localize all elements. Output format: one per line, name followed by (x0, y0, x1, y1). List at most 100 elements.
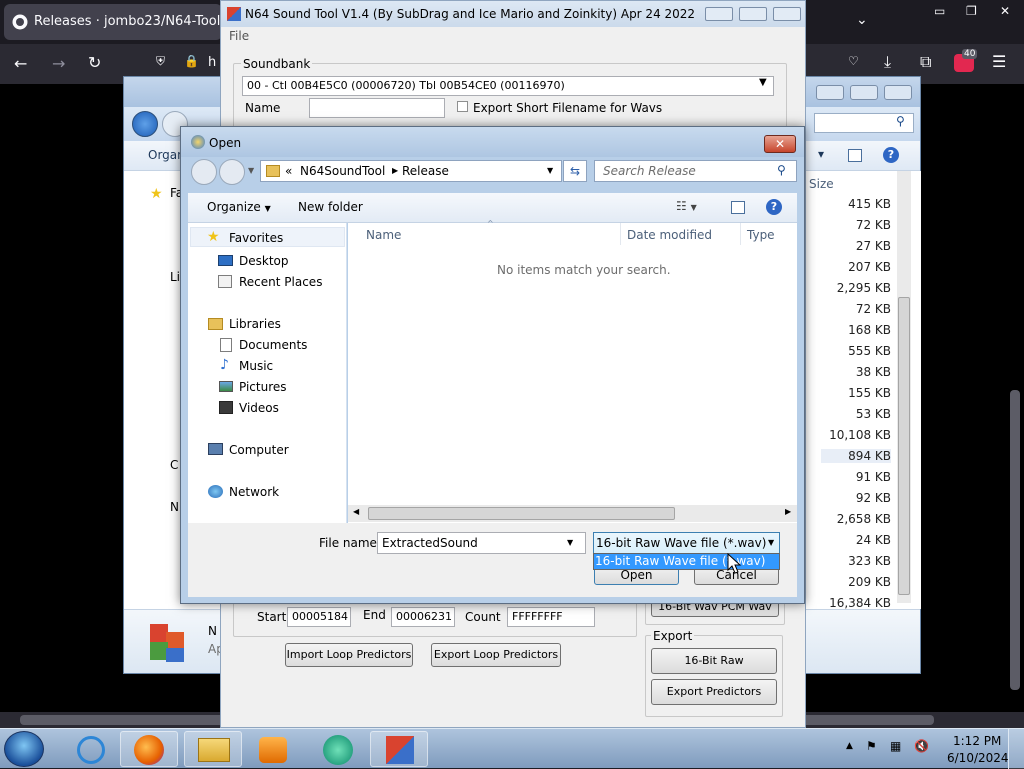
clock-date[interactable]: 6/10/2024 (947, 751, 1009, 765)
url-bar-text[interactable]: h (208, 55, 216, 70)
explorer-views-dropdown-icon[interactable]: ▾ (818, 147, 824, 161)
export-predictors-button[interactable]: Export Predictors (651, 679, 777, 705)
window-maximize-button[interactable]: ❐ (966, 4, 977, 18)
taskbar-ie[interactable] (62, 731, 120, 767)
volume-muted-icon[interactable]: 🔇 (914, 739, 929, 753)
back-arrow-icon[interactable]: ← (14, 54, 27, 73)
explorer-vertical-scrollbar[interactable] (897, 171, 911, 603)
extensions-icon[interactable]: ⧉ (920, 52, 931, 72)
refresh-icon[interactable]: ⇆ (563, 160, 587, 182)
new-folder-button[interactable]: New folder (298, 200, 363, 214)
search-icon[interactable]: ⚲ (777, 163, 786, 177)
start-button[interactable] (4, 731, 44, 767)
taskbar-firefox[interactable] (120, 731, 178, 767)
n64-maximize-button[interactable] (739, 7, 767, 21)
breadcrumb-release[interactable]: Release (402, 164, 449, 178)
dialog-back-icon[interactable] (191, 159, 217, 185)
view-options-icon[interactable]: ☷ ▼ (676, 199, 697, 213)
export-loop-predictors-button[interactable]: Export Loop Predictors (431, 643, 561, 667)
explorer-maximize-button[interactable] (850, 85, 878, 100)
explorer-help-icon[interactable]: ? (883, 147, 899, 163)
explorer-nav-computer[interactable]: C (170, 458, 178, 472)
dialog-close-button[interactable]: ✕ (764, 135, 796, 153)
column-name[interactable]: Name (366, 228, 401, 242)
shield-icon[interactable]: ⛨ (156, 54, 165, 69)
filename-dropdown-icon[interactable]: ▼ (567, 538, 573, 547)
breadcrumb-bar[interactable]: « N64SoundTool ▶ Release ▼ (260, 160, 562, 182)
nav-item-desktop[interactable]: Desktop (188, 251, 345, 271)
nav-item-libraries[interactable]: Libraries (188, 314, 345, 334)
search-box[interactable]: Search Release ⚲ (594, 160, 797, 182)
size-column-header[interactable]: Size (809, 177, 834, 191)
soundbank-dropdown-icon[interactable]: ▼ (759, 77, 767, 88)
filename-value: ExtractedSound (382, 536, 478, 550)
action-center-flag-icon[interactable]: ⚑ (866, 739, 877, 753)
end-field[interactable]: 00006231 (391, 607, 455, 627)
preview-pane-icon[interactable] (731, 201, 745, 214)
n64-close-button[interactable] (773, 7, 801, 21)
filetype-select[interactable]: 16-bit Raw Wave file (*.wav) (593, 532, 780, 554)
hamburger-menu-icon[interactable]: ☰ (992, 52, 1006, 71)
help-icon[interactable]: ? (766, 199, 782, 215)
nav-item-recent-places[interactable]: Recent Places (188, 272, 345, 292)
end-label: End (363, 608, 386, 622)
taskbar-media-player[interactable] (244, 731, 302, 767)
breadcrumb-dropdown-icon[interactable]: ▼ (547, 166, 553, 175)
explorer-nav-network[interactable]: N (170, 500, 179, 514)
dialog-forward-icon[interactable] (219, 159, 245, 185)
organize-button[interactable]: Organize ▼ (207, 200, 271, 214)
window-minimize-button[interactable]: ▭ (934, 4, 945, 18)
filename-input[interactable]: ExtractedSound (377, 532, 586, 554)
show-hidden-icons-icon[interactable]: ▲ (846, 741, 853, 751)
explorer-back-icon[interactable] (132, 111, 158, 137)
explorer-preview-pane-icon[interactable] (848, 149, 862, 162)
clock-time[interactable]: 1:12 PM (953, 734, 1001, 748)
n64-minimize-button[interactable] (705, 7, 733, 21)
forward-arrow-icon[interactable]: → (52, 54, 65, 73)
nav-item-network[interactable]: Network (188, 482, 345, 502)
explorer-minimize-button[interactable] (816, 85, 844, 100)
file-list-hscroll-thumb[interactable] (368, 507, 675, 520)
start-field[interactable]: 00005184 (287, 607, 351, 627)
lock-icon[interactable]: 🔒 (184, 54, 199, 68)
nav-item-pictures[interactable]: Pictures (188, 377, 345, 397)
column-type[interactable]: Type (747, 228, 775, 242)
nav-item-documents[interactable]: Documents (188, 335, 345, 355)
nav-documents-label: Documents (239, 338, 308, 352)
window-close-button[interactable]: ✕ (1000, 4, 1010, 18)
menu-file[interactable]: File (229, 29, 249, 43)
import-loop-predictors-button[interactable]: Import Loop Predictors (285, 643, 413, 667)
file-list-hscrollbar[interactable]: ◀ ▶ (348, 505, 797, 522)
scroll-left-icon[interactable]: ◀ (353, 507, 359, 516)
recent-locations-dropdown-icon[interactable]: ▼ (248, 166, 254, 175)
taskbar-app-green[interactable] (308, 731, 366, 767)
download-icon[interactable]: ⤓ (884, 52, 891, 72)
soundbank-select[interactable]: 00 - Ctl 00B4E5C0 (00006720) Tbl 00B54CE… (242, 76, 774, 96)
filetype-option[interactable]: 16-bit Raw Wave file (*.wav) (594, 554, 779, 569)
name-field[interactable] (309, 98, 445, 118)
nav-item-computer[interactable]: Computer (188, 440, 345, 460)
tab-list-chevron-icon[interactable]: ⌄ (856, 12, 868, 28)
network-tray-icon[interactable]: ▦ (890, 739, 901, 753)
nav-item-favorites[interactable]: ★ Favorites (190, 227, 345, 247)
explorer-nav-libraries[interactable]: Li (170, 270, 180, 284)
count-field[interactable]: FFFFFFFF (507, 607, 595, 627)
page-scrollbar[interactable] (1010, 390, 1020, 690)
column-date-modified[interactable]: Date modified (627, 228, 712, 242)
scroll-right-icon[interactable]: ▶ (785, 507, 791, 516)
filetype-dropdown-icon[interactable]: ▼ (768, 538, 774, 547)
explorer-close-button[interactable] (884, 85, 912, 100)
pocket-icon[interactable]: ♡ (848, 54, 859, 68)
export-short-checkbox[interactable] (457, 101, 468, 112)
taskbar-explorer[interactable] (184, 731, 242, 767)
breadcrumb-n64soundtool[interactable]: N64SoundTool (300, 164, 385, 178)
nav-item-videos[interactable]: Videos (188, 398, 345, 418)
show-desktop-button[interactable] (1008, 729, 1024, 769)
browser-tab-active[interactable]: Releases · jombo23/N64-Tools (4, 4, 227, 40)
export-16bit-raw-button[interactable]: 16-Bit Raw (651, 648, 777, 674)
explorer-scroll-thumb[interactable] (898, 297, 910, 595)
breadcrumb-overflow[interactable]: « (285, 164, 292, 178)
reload-icon[interactable]: ↻ (88, 53, 101, 72)
nav-item-music[interactable]: ♪ Music (188, 356, 345, 376)
taskbar-n64-sound-tool[interactable] (370, 731, 428, 767)
